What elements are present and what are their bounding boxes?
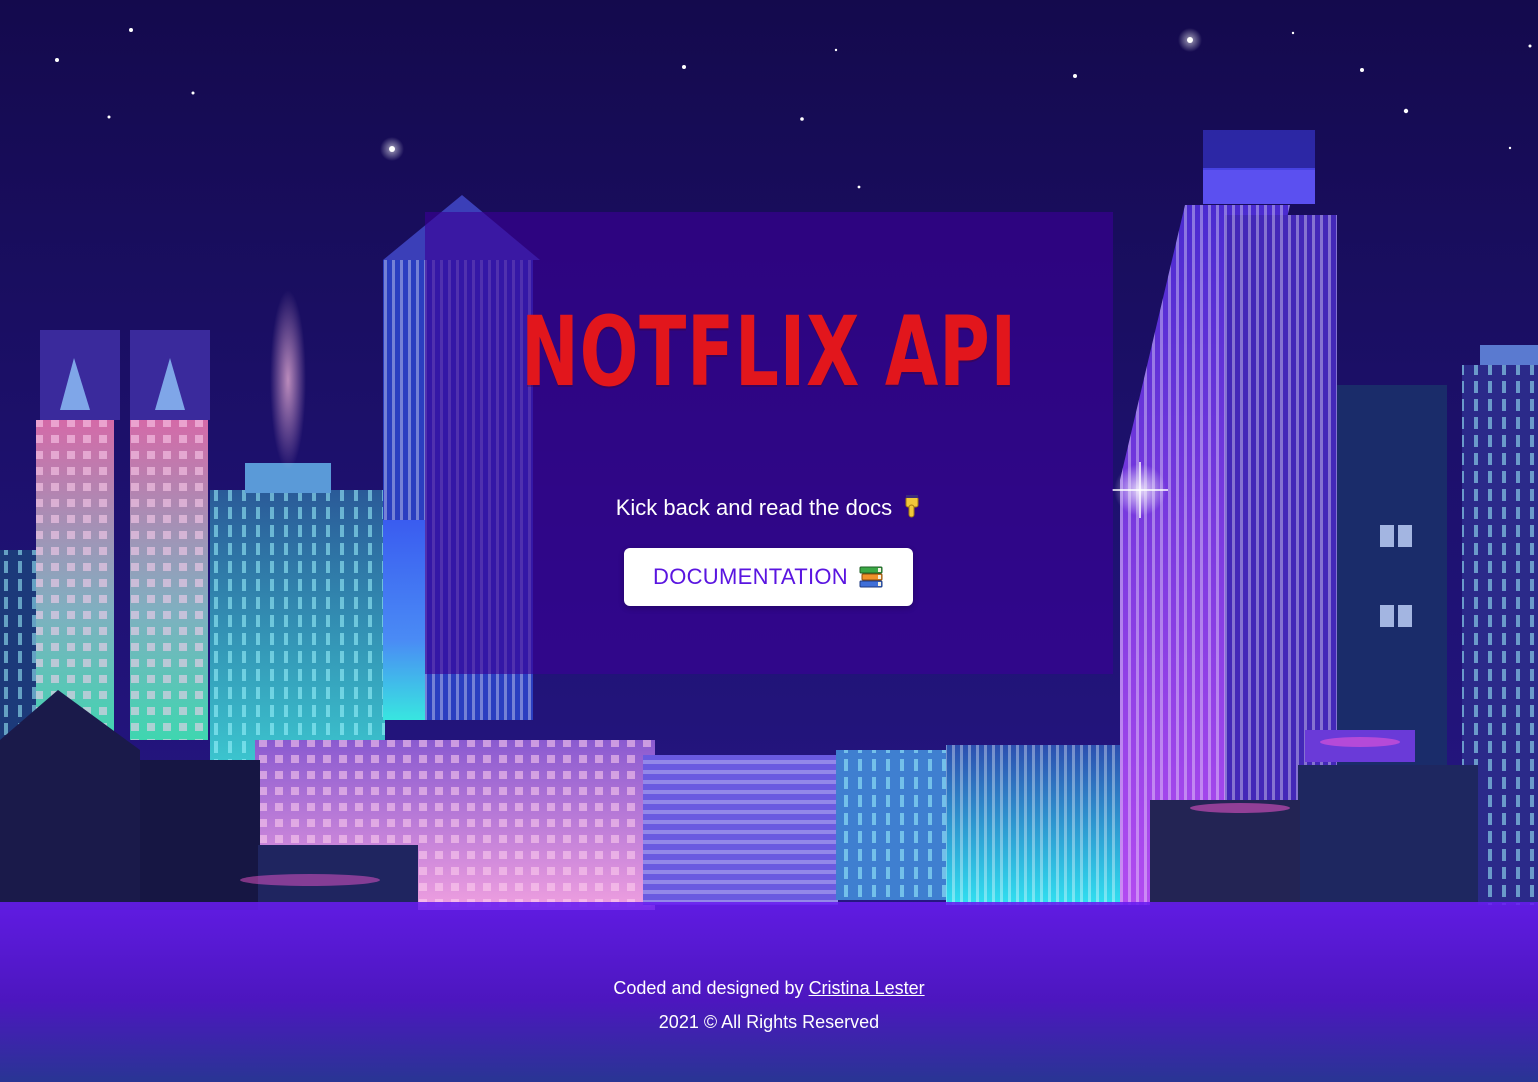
author-link[interactable]: Cristina Lester <box>809 978 925 998</box>
footer-copyright: 2021 © All Rights Reserved <box>658 1012 880 1032</box>
landing-page: NOTFLIX API Kick back and read the docs … <box>0 0 1538 1082</box>
brand-title: NOTFLIX API <box>521 296 1017 408</box>
books-icon <box>859 566 883 588</box>
footer-credit-prefix: Coded and designed by <box>613 978 804 998</box>
hero-subtitle-text: Kick back and read the docs <box>615 495 893 520</box>
documentation-button[interactable]: DOCUMENTATION <box>624 548 913 606</box>
pointing-down-hand-icon <box>905 495 919 518</box>
hero-subtitle: Kick back and read the docs <box>0 493 1538 523</box>
documentation-button-label: DOCUMENTATION <box>653 564 848 589</box>
footer-credit: Coded and designed by Cristina Lester <box>0 975 1538 1001</box>
